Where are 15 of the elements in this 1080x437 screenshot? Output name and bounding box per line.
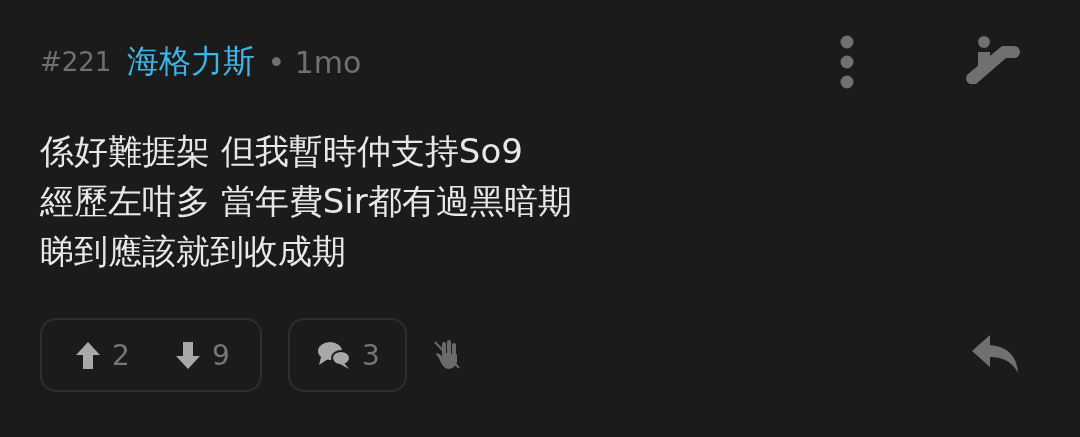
- chat-bubbles-icon: [318, 341, 350, 369]
- comment-age: • 1mo: [267, 44, 362, 80]
- up-arrow-icon: [76, 341, 100, 369]
- upvote-button[interactable]: 2: [76, 338, 160, 372]
- comment-line: 睇到應該就到收成期: [40, 230, 347, 273]
- more-icon[interactable]: [840, 34, 854, 90]
- comment-line: 經歷左咁多 當年費Sir都有過黑暗期: [40, 180, 573, 223]
- author-name[interactable]: 海格力斯: [127, 40, 256, 84]
- downvote-button[interactable]: 9: [176, 338, 260, 372]
- comment-number: #221: [40, 47, 112, 77]
- down-arrow-icon: [176, 341, 200, 369]
- replies-button[interactable]: 3: [318, 338, 380, 372]
- comment-line: 係好難捱架 但我暫時仲支持So9: [40, 130, 524, 173]
- hand-off-icon[interactable]: [433, 340, 461, 370]
- reply-icon[interactable]: [972, 335, 1020, 375]
